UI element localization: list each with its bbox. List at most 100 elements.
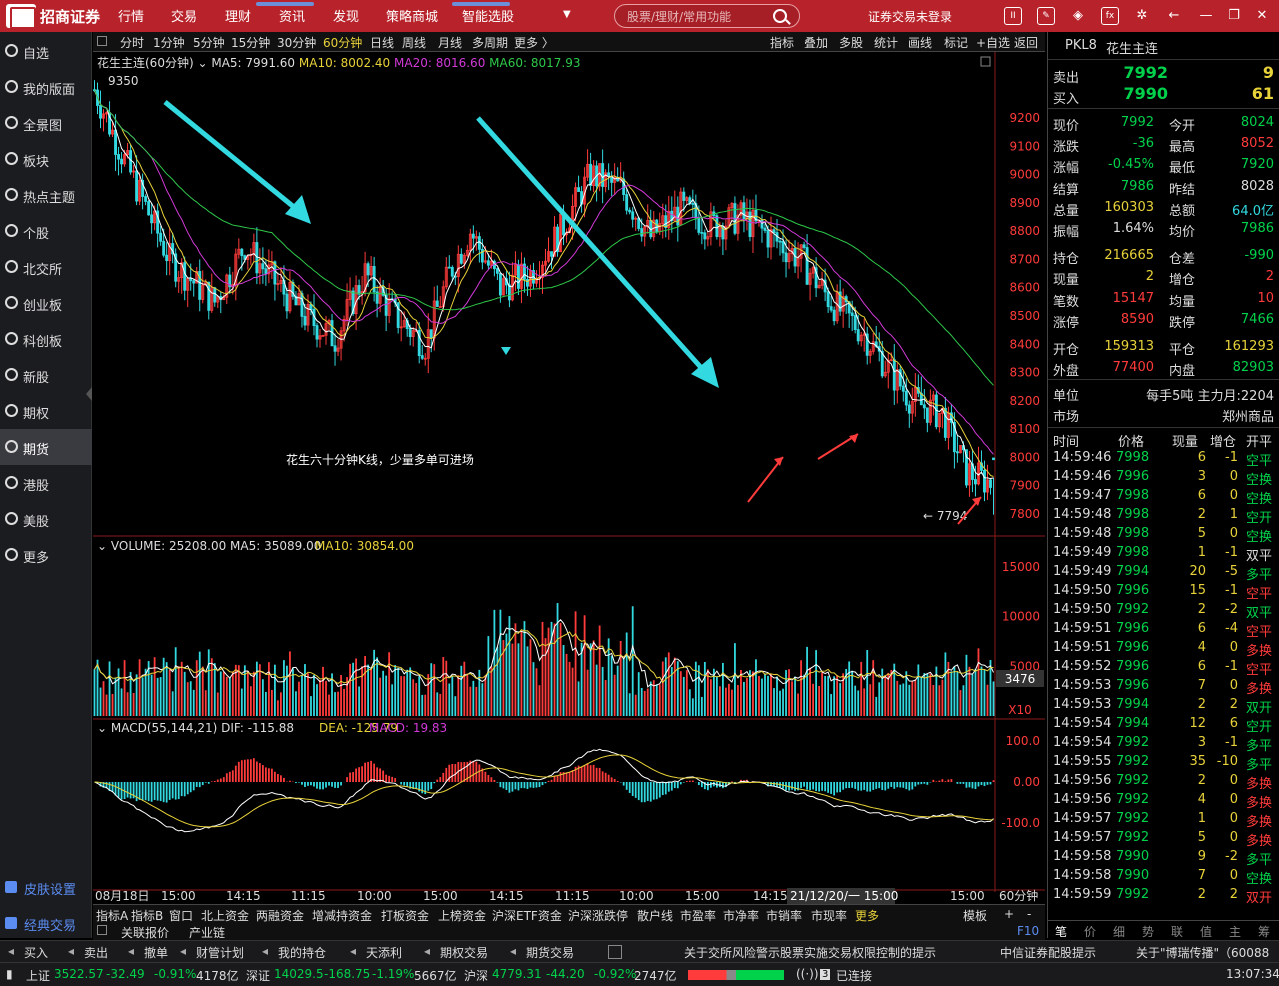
- layout-icon[interactable]: [608, 945, 622, 959]
- detail-tab[interactable]: 笔: [1048, 923, 1074, 940]
- nav-zixun[interactable]: 资讯: [279, 6, 305, 25]
- trade-toolbar-button[interactable]: 天添利: [366, 944, 402, 961]
- kline-chart[interactable]: 9200 9100 9000 8900 8800 8700 8600 8500 8400 8300…: [93, 52, 1045, 904]
- futures-icon[interactable]: ◂: [510, 944, 516, 958]
- trade-toolbar-button[interactable]: 买入: [24, 944, 48, 961]
- wallet-icon[interactable]: ◂: [350, 944, 356, 958]
- position-icon[interactable]: ◂: [262, 944, 268, 958]
- nav-celue[interactable]: 策略商城: [386, 6, 438, 25]
- notice-link[interactable]: 关于交所风险警示股票实施交易权限控制的提示: [684, 944, 936, 961]
- edit-icon[interactable]: ✎: [1037, 7, 1055, 25]
- sh-name[interactable]: 上证: [26, 967, 50, 984]
- chart-tool-button[interactable]: 叠加: [804, 34, 828, 51]
- search-icon[interactable]: [773, 9, 787, 23]
- sidebar-item-hot-topics[interactable]: 热点主题: [0, 177, 92, 213]
- cancel-order-icon[interactable]: ◂: [128, 944, 134, 958]
- fx-icon[interactable]: fx: [1101, 7, 1119, 25]
- plan-icon[interactable]: ◂: [180, 944, 186, 958]
- sidebar-classic-trade[interactable]: 经典交易: [0, 912, 92, 936]
- sidebar-skin-settings[interactable]: 皮肤设置: [0, 876, 92, 900]
- sidebar-item-zixuan[interactable]: 自选: [0, 33, 92, 69]
- detail-tab[interactable]: 主: [1222, 923, 1248, 940]
- sidebar-item-us[interactable]: 美股: [0, 501, 92, 537]
- trade-toolbar-button[interactable]: 期货交易: [526, 944, 574, 961]
- trade-toolbar-button[interactable]: 财管计划: [196, 944, 244, 961]
- notice-link[interactable]: 中信证券配股提示: [1000, 944, 1096, 961]
- nav-xuangu[interactable]: 智能选股: [462, 6, 514, 25]
- checkbox-icon[interactable]: [97, 925, 107, 935]
- hs-name[interactable]: 沪深: [464, 967, 488, 984]
- period-tab[interactable]: 30分钟: [277, 34, 316, 51]
- period-tab[interactable]: 月线: [438, 34, 462, 51]
- chart-tool-button[interactable]: 指标: [770, 34, 794, 51]
- tab-industry-chain[interactable]: 产业链: [189, 924, 225, 941]
- nav-licai[interactable]: 理财: [225, 6, 251, 25]
- hs-change: -44.20: [546, 967, 585, 981]
- period-tab[interactable]: 更多 〉: [514, 34, 554, 51]
- sidebar-item-stocks[interactable]: 个股: [0, 213, 92, 249]
- chart-tool-button[interactable]: 返回: [1014, 34, 1038, 51]
- detail-tab[interactable]: 势: [1135, 923, 1161, 940]
- template-button[interactable]: +: [1004, 907, 1014, 921]
- chart-tool-button[interactable]: 标记: [944, 34, 968, 51]
- template-button[interactable]: -: [1027, 907, 1031, 921]
- detail-tab[interactable]: 价: [1077, 923, 1103, 940]
- detail-tab[interactable]: 筹: [1251, 923, 1277, 940]
- candle-body: [189, 277, 193, 282]
- sidebar-item-options[interactable]: 期权: [0, 393, 92, 429]
- minimize-icon[interactable]: —: [1197, 7, 1215, 25]
- tab-related-quotes[interactable]: 关联报价: [121, 924, 169, 941]
- login-status[interactable]: 证券交易未登录: [868, 8, 952, 25]
- sidebar-item-panorama[interactable]: 全景图: [0, 105, 92, 141]
- nav-more-dropdown-icon[interactable]: ▼: [563, 9, 571, 20]
- f10-button[interactable]: F10: [1017, 924, 1039, 938]
- sidebar-item-ipo[interactable]: 新股: [0, 357, 92, 393]
- connection-status[interactable]: 已连接: [836, 967, 872, 984]
- trade-toolbar-button[interactable]: 期权交易: [440, 944, 488, 961]
- sidebar-item-sector[interactable]: 板块: [0, 141, 92, 177]
- chart-tool-button[interactable]: 画线: [908, 34, 932, 51]
- period-tab[interactable]: 5分钟: [193, 34, 225, 51]
- period-tab[interactable]: 1分钟: [153, 34, 185, 51]
- sz-name[interactable]: 深证: [246, 967, 270, 984]
- sidebar-item-bse[interactable]: 北交所: [0, 249, 92, 285]
- period-tab[interactable]: 分时: [120, 34, 144, 51]
- chart-tool-button[interactable]: 多股: [839, 34, 863, 51]
- back-icon[interactable]: ←: [1165, 7, 1183, 25]
- buy-icon[interactable]: ◂: [8, 944, 14, 958]
- trade-icon[interactable]: II: [1004, 7, 1022, 25]
- period-tab[interactable]: 15分钟: [231, 34, 270, 51]
- notice-link[interactable]: 关于"博瑞传播"（60088: [1136, 944, 1276, 961]
- sidebar-item-chinext[interactable]: 创业板: [0, 285, 92, 321]
- window-restore-icon[interactable]: ❐: [1225, 7, 1243, 25]
- period-tab[interactable]: 周线: [402, 34, 426, 51]
- search-box[interactable]: 股票/理财/常用功能: [614, 4, 800, 28]
- layout-icon[interactable]: [97, 36, 107, 46]
- period-tab[interactable]: 多周期: [472, 34, 508, 51]
- sidebar-item-futures[interactable]: 期货: [0, 429, 92, 465]
- close-icon[interactable]: ✕: [1253, 7, 1271, 25]
- sidebar-item-star[interactable]: 科创板: [0, 321, 92, 357]
- trade-toolbar-button[interactable]: 我的持仓: [278, 944, 326, 961]
- sidebar-item-my-layout[interactable]: 我的版面: [0, 69, 92, 105]
- cube-icon[interactable]: ◈: [1069, 7, 1087, 25]
- gear-icon[interactable]: ✲: [1133, 7, 1151, 25]
- quote-value: 161293: [1224, 339, 1274, 354]
- nav-jiaoyi[interactable]: 交易: [171, 6, 197, 25]
- period-tab[interactable]: 60分钟: [323, 34, 362, 51]
- detail-tab[interactable]: 联: [1164, 923, 1190, 940]
- sell-icon[interactable]: ◂: [68, 944, 74, 958]
- option-icon[interactable]: ◂: [424, 944, 430, 958]
- trade-toolbar-button[interactable]: 撤单: [144, 944, 168, 961]
- sidebar-collapse-handle[interactable]: [86, 387, 92, 401]
- sidebar-item-hk[interactable]: 港股: [0, 465, 92, 501]
- sidebar-item-more[interactable]: 更多: [0, 537, 92, 573]
- detail-tab[interactable]: 细: [1106, 923, 1132, 940]
- chart-tool-button[interactable]: +自选: [976, 34, 1010, 51]
- trade-toolbar-button[interactable]: 卖出: [84, 944, 108, 961]
- period-tab[interactable]: 日线: [370, 34, 394, 51]
- nav-faxian[interactable]: 发现: [333, 6, 359, 25]
- detail-tab[interactable]: 值: [1193, 923, 1219, 940]
- nav-hangqing[interactable]: 行情: [118, 6, 144, 25]
- chart-tool-button[interactable]: 统计: [874, 34, 898, 51]
